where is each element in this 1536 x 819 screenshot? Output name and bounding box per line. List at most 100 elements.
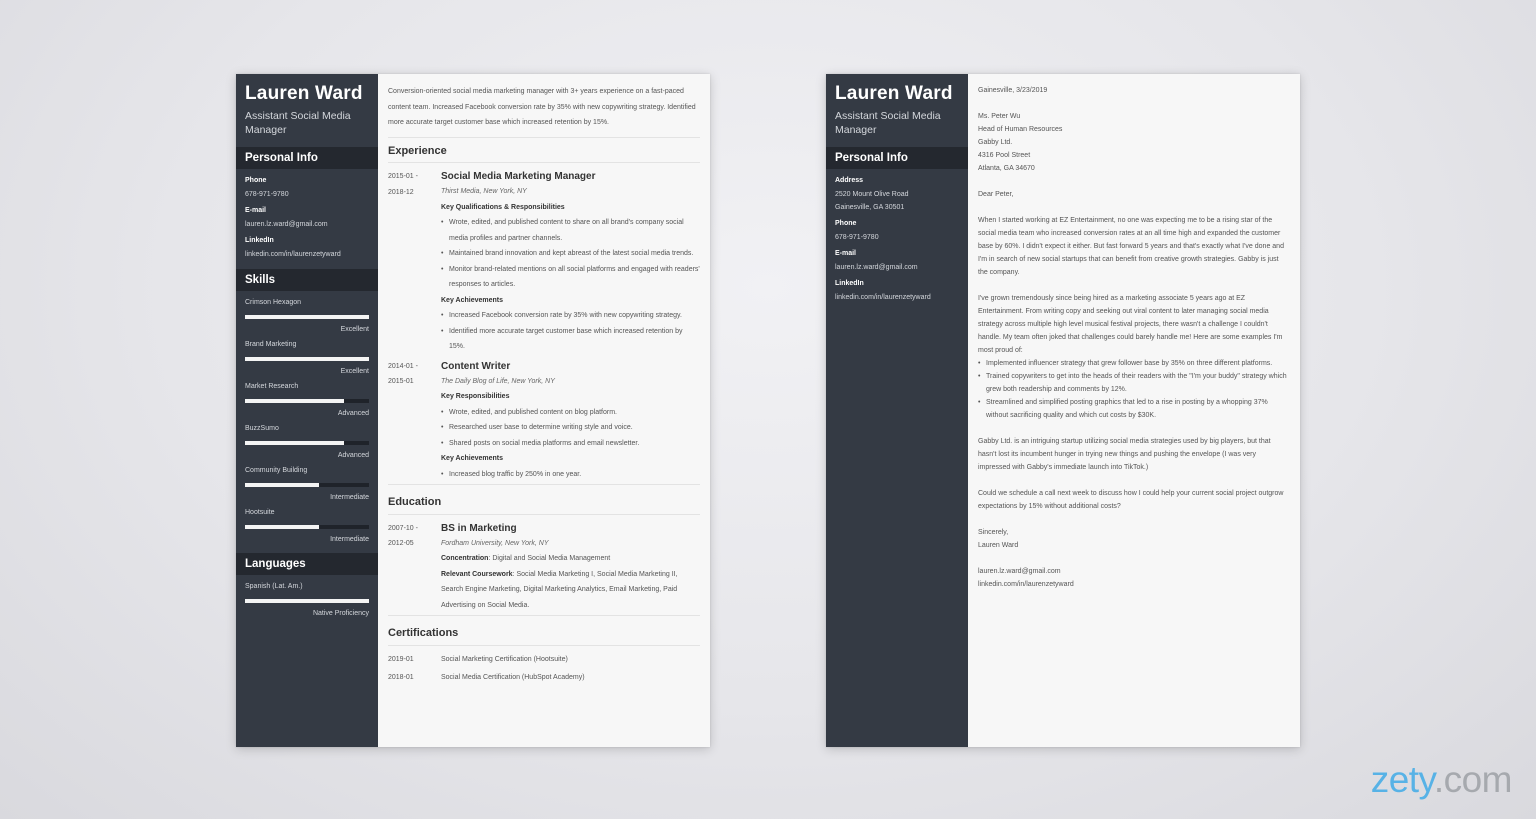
skill-name: Community Building — [245, 467, 308, 474]
job-title: Content Writer — [441, 360, 511, 372]
resume-sidebar: Lauren Ward Assistant Social Media Manag… — [236, 74, 378, 747]
concentration: Concentration: Digital and Social Media … — [441, 551, 700, 567]
recipient-line: Gabby Ltd. — [978, 139, 1013, 146]
end-date: 2018-12 — [388, 188, 414, 196]
concentration-label: Concentration — [441, 555, 489, 562]
skill-bar-fill — [245, 399, 345, 403]
skill-level: Excellent — [340, 368, 369, 375]
resume-role: Assistant Social Media Manager — [245, 110, 351, 136]
degree-title: BS in Marketing — [441, 522, 517, 534]
zety-logo: zety.com — [1371, 759, 1513, 801]
skill-bar — [245, 483, 369, 487]
personal-info-list: Phone 678-971-9780 E-mail lauren.lz.ward… — [236, 177, 378, 259]
personal-info-heading: Personal Info — [236, 147, 378, 169]
language-name: Spanish (Lat. Am.) — [245, 583, 303, 590]
skill-bar — [245, 399, 369, 403]
skill-name: Hootsuite — [245, 509, 275, 516]
experience-dates: 2015-01 - 2018-12 — [388, 169, 441, 355]
skill-item: Hootsuite Intermediate — [236, 509, 378, 543]
skill-name: Market Research — [245, 383, 299, 390]
phone-value: 678-971-9780 — [835, 234, 879, 241]
paragraph: Gabby Ltd. is an intriguing startup util… — [978, 438, 1271, 471]
recipient-line: 4316 Pool Street — [978, 152, 1031, 159]
certification-item: 2018-01 Social Media Certification (HubS… — [388, 670, 700, 686]
skill-bar-fill — [245, 315, 369, 319]
linkedin-value: linkedin.com/in/laurenzetyward — [835, 294, 931, 301]
certification-item: 2019-01 Social Marketing Certification (… — [388, 652, 700, 668]
skill-bar-fill — [245, 525, 320, 529]
list-item: Maintained brand innovation and kept abr… — [441, 246, 700, 262]
cert-name: Social Media Certification (HubSpot Acad… — [441, 674, 585, 681]
responsibilities-list: Wrote, edited, and published content on … — [441, 405, 700, 452]
skill-level: Excellent — [340, 326, 369, 333]
achievements-list: Increased Facebook conversion rate by 35… — [441, 308, 700, 355]
skill-level: Intermediate — [330, 536, 369, 543]
achievements-heading: Key Achievements — [441, 296, 503, 304]
email-value: lauren.lz.ward@gmail.com — [245, 221, 328, 228]
recipient-line: Atlanta, GA 34670 — [978, 165, 1035, 172]
phone-label: Phone — [835, 220, 857, 227]
recipient-line: Ms. Peter Wu — [978, 113, 1021, 120]
list-item: Streamlined and simplified posting graph… — [978, 396, 1290, 422]
skill-bar-fill — [245, 483, 320, 487]
letter-sidebar: Lauren Ward Assistant Social Media Manag… — [826, 74, 968, 747]
job-org: Thirst Media, New York, NY — [441, 188, 527, 195]
skill-bar — [245, 525, 369, 529]
responsibilities-heading: Key Responsibilities — [441, 393, 510, 400]
logo-part-2: .com — [1433, 759, 1513, 800]
address-line2: Gainesville, GA 30501 — [835, 204, 905, 211]
list-item: Trained copywriters to get into the head… — [978, 370, 1290, 396]
experience-body: Social Media Marketing Manager Thirst Me… — [441, 169, 700, 355]
linkedin-label: LinkedIn — [835, 280, 864, 287]
letter-name: Lauren Ward — [835, 83, 953, 104]
skill-level: Advanced — [337, 452, 369, 459]
paragraph: Could we schedule a call next week to di… — [978, 490, 1284, 510]
experience-heading: Experience — [388, 138, 700, 163]
resume-document: Lauren Ward Assistant Social Media Manag… — [236, 74, 710, 747]
education-body: BS in Marketing Fordham University, New … — [441, 521, 700, 614]
coursework-label: Relevant Coursework — [441, 570, 513, 578]
closing: Sincerely, — [978, 529, 1009, 536]
phone-label: Phone — [245, 177, 267, 184]
skill-bar-fill — [245, 441, 345, 445]
skill-item: Crimson Hexagon Excellent — [236, 299, 378, 333]
personal-info-heading: Personal Info — [826, 147, 968, 169]
start-date: 2014-01 - — [388, 362, 418, 370]
signature: Lauren Ward — [978, 542, 1019, 549]
job-title: Social Media Marketing Manager — [441, 171, 596, 182]
paragraph: When I started working at EZ Entertainme… — [978, 217, 1284, 276]
language-bar-fill — [245, 599, 369, 603]
experience-entry: 2015-01 - 2018-12 Social Media Marketing… — [388, 169, 700, 355]
skill-level: Intermediate — [330, 494, 369, 501]
start-date: 2015-01 - — [388, 173, 418, 180]
paragraph: I've grown tremendously since being hire… — [978, 295, 1283, 354]
experience-dates: 2014-01 - 2015-01 — [388, 359, 441, 483]
letter-role: Assistant Social Media Manager — [835, 110, 941, 136]
cover-letter-document: Lauren Ward Assistant Social Media Manag… — [826, 74, 1300, 747]
footer-linkedin: linkedin.com/in/laurenzetyward — [978, 581, 1074, 588]
coursework: Relevant Coursework: Social Media Market… — [441, 567, 700, 614]
achievements-list: Implemented influencer strategy that gre… — [978, 357, 1290, 422]
education-dates: 2007-10 - 2012-05 — [388, 521, 441, 614]
list-item: Monitor brand-related mentions on all so… — [441, 262, 700, 293]
skill-level: Advanced — [337, 410, 369, 417]
list-item: Increased blog traffic by 250% in one ye… — [441, 467, 700, 483]
achievements-list: Increased blog traffic by 250% in one ye… — [441, 467, 700, 483]
languages-heading: Languages — [236, 553, 378, 575]
skill-bar — [245, 441, 369, 445]
responsibilities-list: Wrote, edited, and published content to … — [441, 215, 700, 293]
list-item: Increased Facebook conversion rate by 35… — [441, 308, 700, 324]
letter-body: Gainesville, 3/23/2019 Ms. Peter Wu Head… — [968, 74, 1300, 747]
language-level: Native Proficiency — [312, 610, 369, 617]
footer-email: lauren.lz.ward@gmail.com — [978, 568, 1061, 575]
skill-name: Crimson Hexagon — [245, 299, 302, 306]
end-date: 2012-05 — [388, 540, 414, 547]
list-item: Researched user base to determine writin… — [441, 420, 700, 436]
concentration-value: : Digital and Social Media Management — [488, 555, 611, 562]
cert-date: 2019-01 — [388, 655, 414, 663]
skill-item: Brand Marketing Excellent — [236, 341, 378, 375]
list-item: Wrote, edited, and published content to … — [441, 215, 700, 246]
linkedin-value: linkedin.com/in/laurenzetyward — [245, 251, 341, 258]
education-entry: 2007-10 - 2012-05 BS in Marketing Fordha… — [388, 521, 700, 616]
recipient-block: Ms. Peter Wu Head of Human Resources Gab… — [978, 110, 1290, 175]
